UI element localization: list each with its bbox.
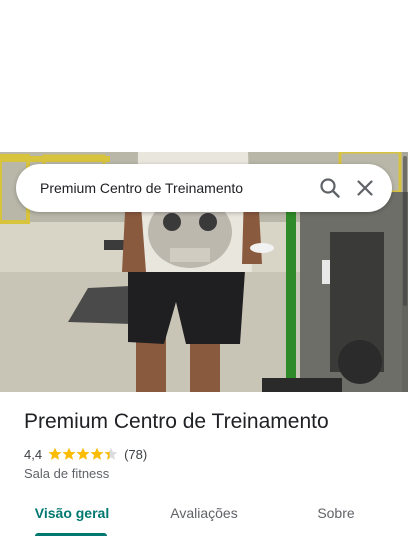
place-tabs: Visão geral Avaliações Sobre bbox=[0, 492, 408, 536]
search-query-text[interactable]: Premium Centro de Treinamento bbox=[40, 164, 243, 212]
star-icon bbox=[90, 447, 104, 460]
rating-value: 4,4 bbox=[24, 446, 43, 462]
search-icon[interactable] bbox=[318, 176, 342, 200]
tab-overview[interactable]: Visão geral bbox=[24, 492, 120, 536]
tab-reviews[interactable]: Avaliações bbox=[152, 492, 256, 536]
search-bar[interactable]: Premium Centro de Treinamento bbox=[16, 164, 392, 212]
place-category[interactable]: Sala de fitness bbox=[24, 466, 109, 481]
active-tab-indicator bbox=[35, 533, 107, 536]
star-icon bbox=[104, 447, 118, 460]
place-info-panel: Premium Centro de Treinamento 4,4 (78) S… bbox=[0, 392, 408, 544]
tab-about[interactable]: Sobre bbox=[296, 492, 376, 536]
page-scrollbar-thumb[interactable] bbox=[403, 156, 407, 306]
close-icon[interactable] bbox=[353, 176, 377, 200]
star-icon bbox=[48, 447, 62, 460]
place-title: Premium Centro de Treinamento bbox=[24, 410, 329, 433]
star-icon bbox=[76, 447, 90, 460]
review-count[interactable]: (78) bbox=[124, 447, 147, 462]
rating-row[interactable]: 4,4 (78) bbox=[24, 445, 147, 463]
map-area-blank bbox=[0, 0, 408, 152]
star-icon bbox=[62, 447, 76, 460]
rating-stars bbox=[48, 447, 118, 461]
